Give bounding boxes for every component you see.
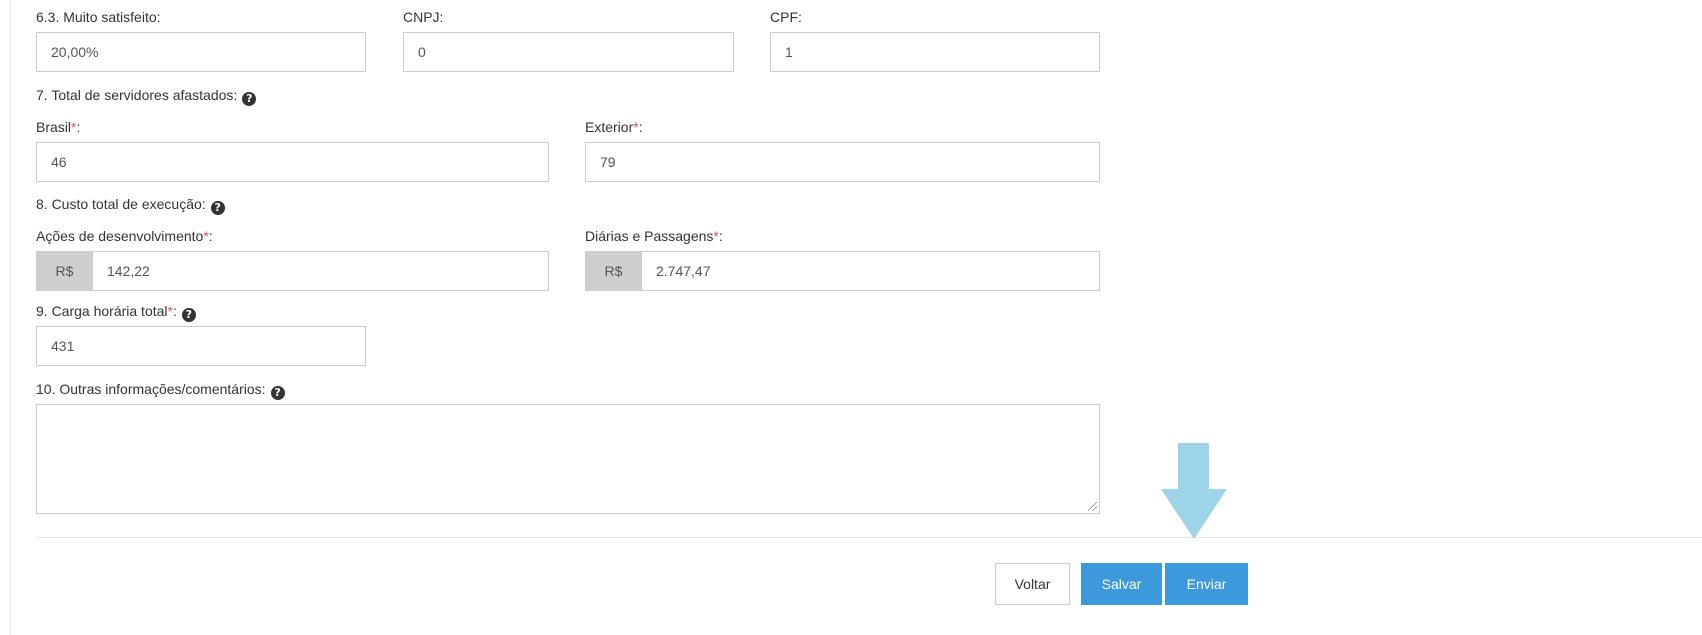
label-colon: : <box>638 119 643 135</box>
label-colon: : <box>718 228 723 244</box>
help-icon[interactable]: ? <box>210 201 225 215</box>
diarias-currency-addon: R$ <box>585 251 642 291</box>
left-border <box>10 0 11 635</box>
muito-satisfeito-input[interactable]: 20,00% <box>36 32 366 72</box>
acoes-label-text: Ações de desenvolvimento <box>36 228 204 244</box>
down-arrow-head-icon <box>1161 489 1227 539</box>
exterior-input[interactable]: 79 <box>585 142 1100 182</box>
diarias-label-text: Diárias e Passagens <box>585 228 714 244</box>
help-icon[interactable]: ? <box>181 308 196 322</box>
diarias-label: Diárias e Passagens*: <box>585 228 723 244</box>
custo-total-text: 8. Custo total de execução: <box>36 196 206 212</box>
outras-info-textarea[interactable] <box>36 404 1100 514</box>
voltar-button[interactable]: Voltar <box>995 563 1070 605</box>
resize-grip-icon[interactable] <box>1088 502 1097 511</box>
servidores-afastados-text: 7. Total de servidores afastados: <box>36 87 238 103</box>
label-colon: : <box>208 228 213 244</box>
carga-horaria-label: 9. Carga horária total*:? <box>36 303 196 322</box>
exterior-label-text: Exterior <box>585 119 634 135</box>
salvar-button[interactable]: Salvar <box>1081 563 1162 605</box>
down-arrow-icon <box>1178 443 1209 490</box>
brasil-label-text: Brasil <box>36 119 72 135</box>
label-colon: : <box>76 119 81 135</box>
brasil-input[interactable]: 46 <box>36 142 549 182</box>
outras-info-text: 10. Outras informações/comentários: <box>36 381 266 397</box>
brasil-label: Brasil*: <box>36 119 80 135</box>
enviar-button[interactable]: Enviar <box>1165 563 1248 605</box>
acoes-label: Ações de desenvolvimento*: <box>36 228 213 244</box>
carga-horaria-input[interactable]: 431 <box>36 326 366 366</box>
outras-info-title: 10. Outras informações/comentários:? <box>36 381 285 400</box>
custo-total-title: 8. Custo total de execução:? <box>36 196 225 215</box>
muito-satisfeito-label: 6.3. Muito satisfeito: <box>36 9 161 25</box>
exterior-label: Exterior*: <box>585 119 643 135</box>
cpf-input[interactable]: 1 <box>770 32 1100 72</box>
diarias-input[interactable]: 2.747,47 <box>641 251 1100 291</box>
help-icon[interactable]: ? <box>270 386 285 400</box>
cpf-label: CPF: <box>770 9 802 25</box>
divider <box>36 537 1702 538</box>
acoes-input[interactable]: 142,22 <box>92 251 549 291</box>
cnpj-label: CNPJ: <box>403 9 444 25</box>
carga-horaria-text: 9. Carga horária total <box>36 303 168 319</box>
label-colon: : <box>172 303 177 319</box>
servidores-afastados-title: 7. Total de servidores afastados:? <box>36 87 257 106</box>
help-icon[interactable]: ? <box>242 92 257 106</box>
acoes-currency-addon: R$ <box>36 251 93 291</box>
cnpj-input[interactable]: 0 <box>403 32 734 72</box>
